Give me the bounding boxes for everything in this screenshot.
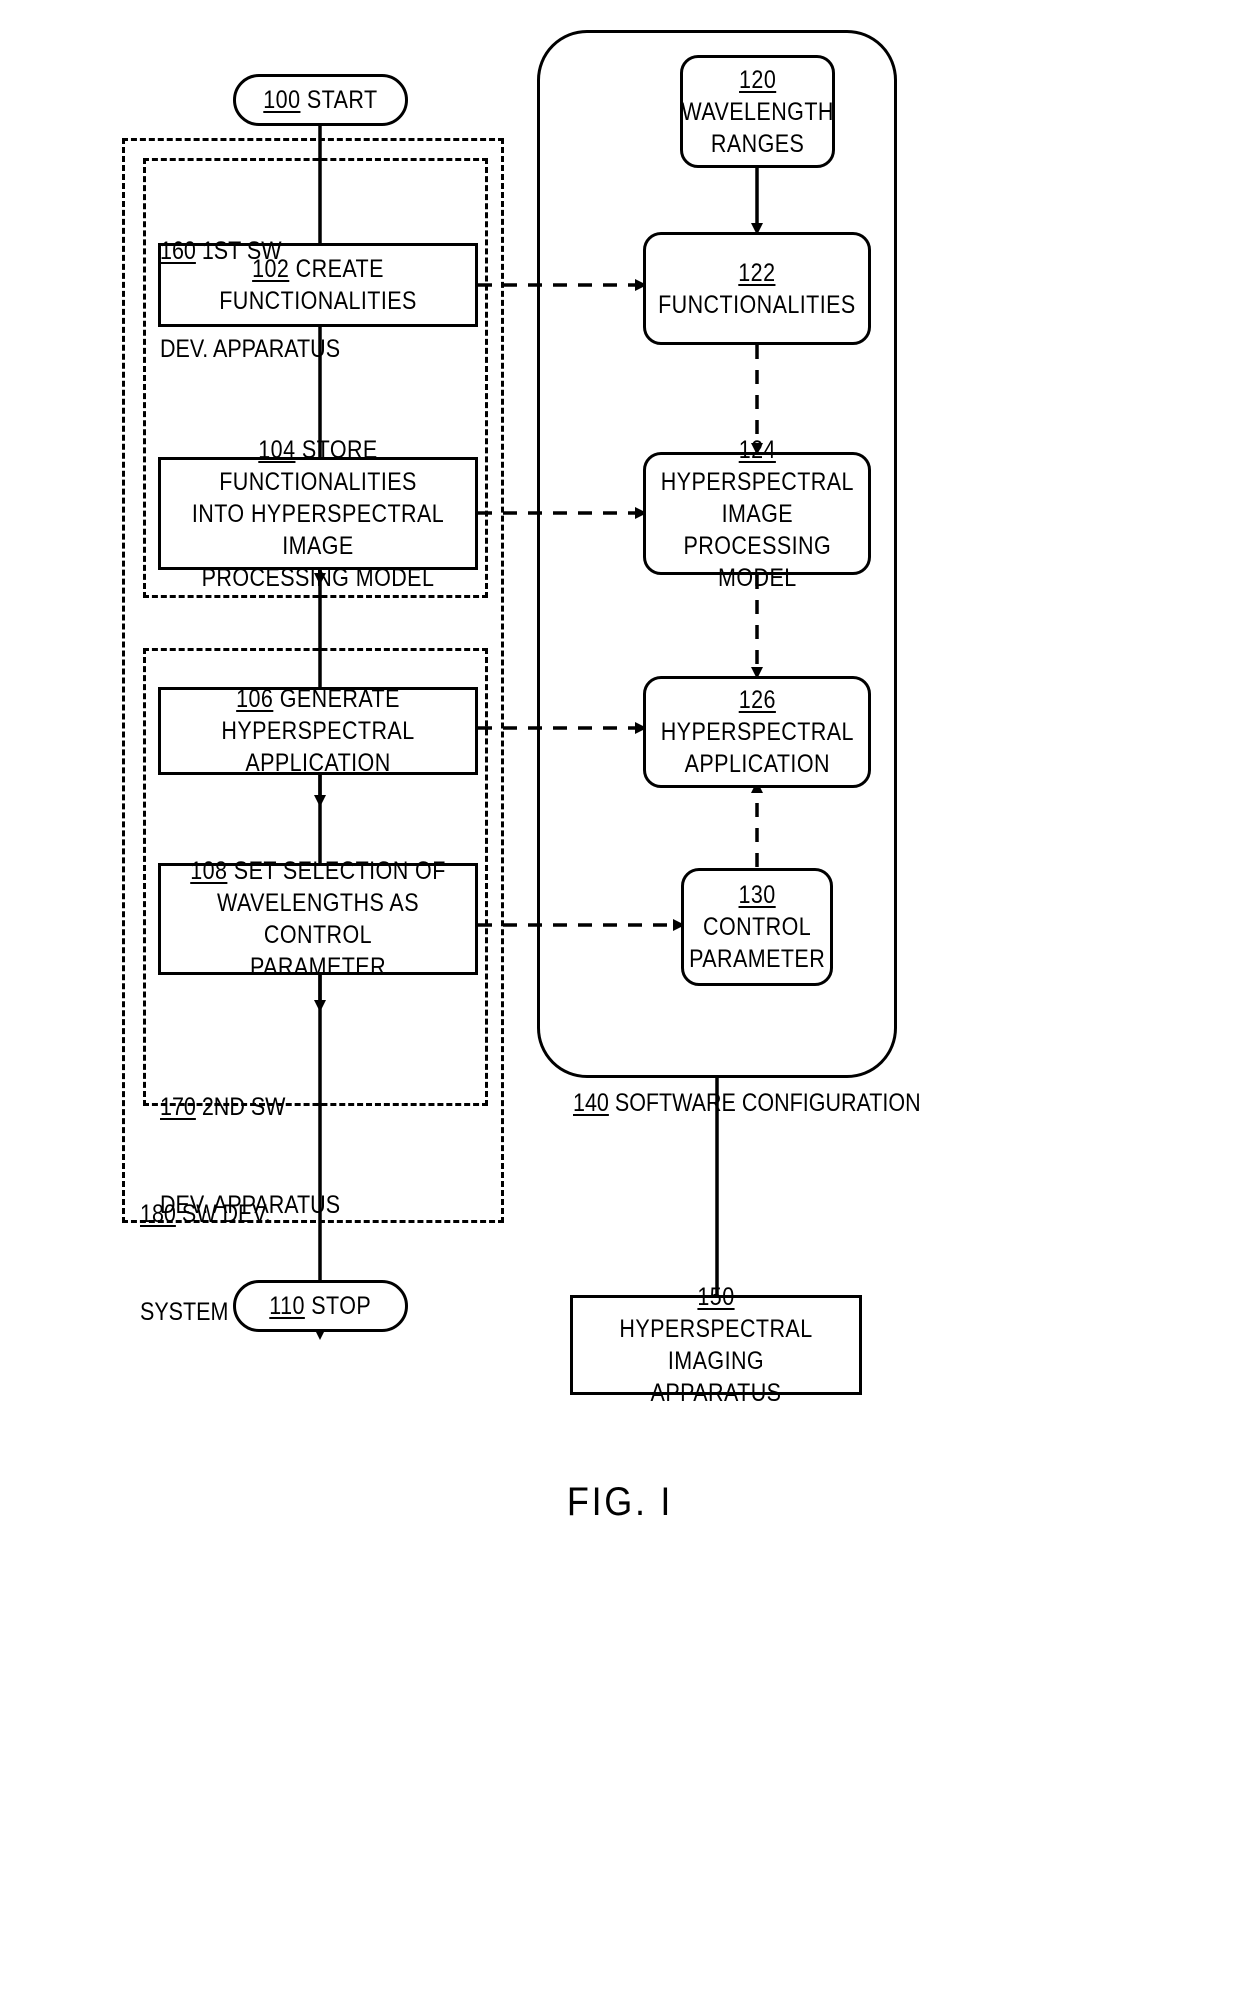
ref-number-104: 104 bbox=[258, 435, 296, 464]
block-124-hyperspectral-image-processing-model: 124 HYPERSPECTRAL IMAGE PROCESSING MODEL bbox=[643, 436, 871, 592]
ref-number-108: 108 bbox=[190, 857, 228, 885]
block-120-text: 120 WAVELENGTH RANGES bbox=[681, 65, 834, 158]
terminator-stop-label: STOP bbox=[311, 1292, 372, 1320]
block-126-text: 126 HYPERSPECTRAL APPLICATION bbox=[660, 686, 854, 778]
block-120-wavelength-ranges: 120 WAVELENGTH RANGES bbox=[680, 55, 835, 168]
figure-caption: FIG. I bbox=[566, 1480, 674, 1524]
process-box-108-text: 108 SET SELECTION OF WAVELENGTHS AS CONT… bbox=[190, 857, 446, 981]
ref-number-106: 106 bbox=[236, 685, 274, 713]
group-label-160: 160 1ST SW DEV. APPARATUS bbox=[160, 237, 341, 363]
block-122-functionalities: 122 FUNCTIONALITIES bbox=[643, 232, 871, 345]
terminator-start: 100 START bbox=[233, 74, 408, 126]
process-box-104-text: 104 STORE FUNCTIONALITIES INTO HYPERSPEC… bbox=[191, 435, 445, 592]
process-box-108: 108 SET SELECTION OF WAVELENGTHS AS CONT… bbox=[158, 857, 478, 981]
ref-number-124: 124 bbox=[738, 435, 776, 464]
ref-number-100: 100 bbox=[263, 86, 301, 114]
block-126-hyperspectral-application: 126 HYPERSPECTRAL APPLICATION bbox=[643, 676, 871, 788]
block-122-text: 122 FUNCTIONALITIES bbox=[658, 258, 856, 319]
process-box-104: 104 STORE FUNCTIONALITIES INTO HYPERSPEC… bbox=[158, 436, 478, 592]
block-130-text: 130 CONTROL PARAMETER bbox=[688, 881, 826, 973]
block-150-text: 150 HYPERSPECTRAL IMAGING APPARATUS bbox=[619, 1283, 813, 1407]
ref-number-126: 126 bbox=[738, 686, 776, 714]
process-box-106-text: 106 GENERATE HYPERSPECTRAL APPLICATION bbox=[221, 685, 415, 777]
group-label-180: 180 SW DEV. SYSTEM bbox=[140, 1200, 271, 1326]
container-140-label: 140 SOFTWARE CONFIGURATION bbox=[573, 1089, 921, 1117]
block-124-text: 124 HYPERSPECTRAL IMAGE PROCESSING MODEL bbox=[660, 435, 854, 592]
block-130-control-parameter: 130 CONTROL PARAMETER bbox=[681, 868, 833, 986]
figure-canvas: 100 START 102 CREATE FUNCTIONALITIES 104… bbox=[0, 0, 1240, 2009]
ref-number-150: 150 bbox=[697, 1283, 735, 1311]
block-150-hyperspectral-imaging-apparatus: 150 HYPERSPECTRAL IMAGING APPARATUS bbox=[570, 1283, 862, 1407]
process-box-106: 106 GENERATE HYPERSPECTRAL APPLICATION bbox=[158, 685, 478, 777]
terminator-start-label: START bbox=[306, 86, 378, 114]
